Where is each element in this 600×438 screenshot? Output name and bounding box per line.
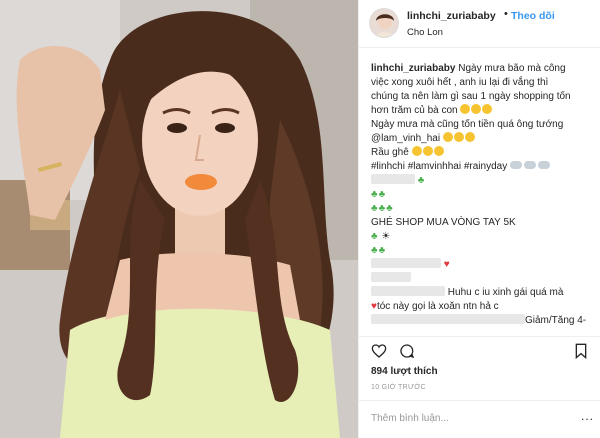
follow-button[interactable]: Theo dõi: [511, 10, 555, 22]
mention-link[interactable]: @lam_vinh_hai: [371, 133, 440, 144]
clover-icon: ♣: [378, 245, 386, 256]
decor-line: ♣♣♣: [371, 202, 597, 216]
caption-text: Rầu ghê: [371, 147, 409, 158]
blurred-region: [371, 314, 525, 324]
comment-line: ♥tóc này gọi là xoăn ntn hả c: [371, 300, 597, 314]
caption-line: #linhchi #lamvinhhai #rainyday: [371, 160, 597, 174]
laughing-emoji-icon: [442, 132, 453, 142]
clover-icon: ♣: [417, 175, 425, 186]
rain-cloud-icon: [509, 161, 522, 169]
sad-emoji-icon: [422, 146, 433, 156]
comment-text: Giảm/Tăng 4-: [525, 315, 587, 326]
avatar[interactable]: [369, 8, 399, 38]
rain-cloud-icon: [537, 161, 550, 169]
laughing-emoji-icon: [453, 132, 464, 142]
decor-line: ♣♣: [371, 188, 597, 202]
decor-line: [371, 272, 597, 286]
instagram-post-view: linhchi_zuriababy • Theo dõi Cho Lon lin…: [0, 0, 600, 438]
comment-text: tóc này gọi là xoăn ntn hả c: [376, 301, 499, 312]
heart-icon[interactable]: [371, 343, 387, 359]
clover-icon: ♣: [378, 203, 386, 214]
decor-line: ♥: [371, 258, 597, 272]
decor-line: ♣♣: [371, 244, 597, 258]
portrait-illustration: [0, 0, 358, 438]
blurred-region: [371, 272, 411, 282]
caption: linhchi_zuriababy Ngày mưa bão mà công v…: [371, 62, 597, 328]
caption-text: hơn trăm củ bà con: [371, 105, 458, 116]
separator-dot: •: [504, 8, 508, 20]
comment-icon[interactable]: [399, 343, 415, 359]
decor-line: ♣ ☀: [371, 230, 597, 244]
caption-line: GHÉ SHOP MUA VÒNG TAY 5K: [371, 217, 516, 228]
clover-icon: ♣: [378, 189, 386, 200]
clover-icon: ♣: [371, 231, 378, 242]
avatar-image: [370, 9, 398, 37]
post-header: linhchi_zuriababy • Theo dõi Cho Lon: [359, 0, 600, 48]
blurred-region: [371, 174, 415, 184]
caption-line: linhchi_zuriababy Ngày mưa bão mà công: [371, 62, 597, 76]
comment-line: Giảm/Tăng 4-: [371, 314, 597, 328]
sad-emoji-icon: [433, 146, 444, 156]
thinking-emoji-icon: [471, 104, 482, 114]
laughing-emoji-icon: [464, 132, 475, 142]
caption-line: Rầu ghê: [371, 146, 597, 160]
post-photo[interactable]: [0, 0, 358, 438]
post-side-panel: linhchi_zuriababy • Theo dõi Cho Lon lin…: [358, 0, 600, 438]
username-link[interactable]: linhchi_zuriababy: [407, 10, 496, 22]
small-heart-icon: ♥: [443, 259, 450, 270]
caption-line: Ngày mưa mà cũng tốn tiền quá ông tướng: [371, 119, 564, 130]
caption-line: việc xong xuôi hết , anh iu lại đi vắng …: [371, 77, 549, 88]
comment-line: Huhu c iu xinh gái quá mà: [371, 286, 597, 300]
comment-input[interactable]: Thêm bình luận...: [371, 413, 449, 424]
caption-line: @lam_vinh_hai: [371, 132, 597, 146]
sun-icon: ☀: [381, 231, 391, 242]
comment-text: Huhu c iu xinh gái quá mà: [447, 287, 564, 298]
comment-box: Thêm bình luận... ...: [359, 400, 600, 438]
clover-icon: ♣: [371, 203, 378, 214]
thinking-emoji-icon: [460, 104, 471, 114]
location-link[interactable]: Cho Lon: [407, 27, 443, 38]
blurred-region: [371, 258, 441, 268]
action-bar: [359, 336, 600, 364]
caption-username[interactable]: linhchi_zuriababy: [371, 63, 455, 74]
hashtags[interactable]: #linhchi #lamvinhhai #rainyday: [371, 161, 507, 172]
caption-line: chúng ta nên làm gì sau 1 ngày shopping …: [371, 91, 571, 102]
thinking-emoji-icon: [482, 104, 493, 114]
timestamp[interactable]: 10 GIỜ TRƯỚC: [371, 384, 426, 391]
decor-line: ♣: [371, 174, 597, 188]
caption-text: Ngày mưa bão mà công: [455, 63, 566, 74]
caption-line: hơn trăm củ bà con: [371, 104, 597, 118]
blurred-username: [371, 286, 445, 296]
clover-icon: ♣: [386, 203, 393, 214]
rain-cloud-icon: [523, 161, 536, 169]
bookmark-icon[interactable]: [573, 343, 589, 359]
sad-emoji-icon: [411, 146, 422, 156]
more-options-button[interactable]: ...: [581, 409, 594, 423]
clover-icon: ♣: [371, 189, 378, 200]
clover-icon: ♣: [371, 245, 378, 256]
like-count[interactable]: 894 lượt thích: [371, 366, 438, 377]
